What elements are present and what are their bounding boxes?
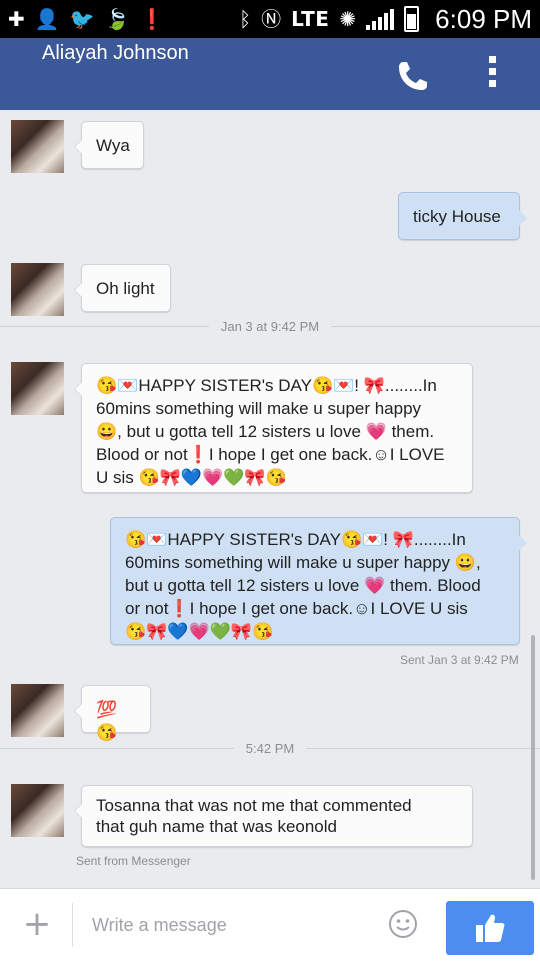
bluetooth-icon: ᛒ [239,7,252,31]
message-list[interactable]: Wya ticky House Oh light Jan 3 at 9:42 P… [0,110,540,888]
message-text: 💯 😘 [96,700,118,742]
message-text-line: 60mins something will make u super happy… [125,553,481,572]
message-text: Oh light [96,279,155,298]
message-bubble-outgoing[interactable]: 😘💌HAPPY SISTER's DAY😘💌! 🎀........In 60mi… [110,517,527,645]
brightness-icon: ✺ [339,7,357,31]
message-text-line: Blood or not❗I hope I get one back.☺I LO… [96,445,445,464]
message-bubble-incoming[interactable]: Tosanna that was not me that commented t… [74,785,473,847]
contact-avatar[interactable] [11,120,64,173]
divider-text: 5:42 PM [245,740,295,756]
divider-text: Jan 3 at 9:42 PM [220,318,320,334]
thumbs-up-icon [476,914,505,942]
message-text-line: 60mins something will make u super happy [96,399,422,418]
message-text-line: but u gotta tell 12 sisters u love 💗 the… [125,576,481,595]
conversation-header: Aliayah Johnson [0,38,540,110]
phone-icon [399,62,427,90]
clock: 6:09 PM [435,3,532,34]
smiley-icon [389,910,417,938]
message-text-line: 😘🎀💙💗💚🎀😘 [125,622,274,641]
message-bubble-incoming[interactable]: Oh light [74,264,171,312]
call-button[interactable] [393,56,433,96]
message-text-line: Tosanna that was not me that commented [96,796,412,815]
message-text-line: or not❗I hope I get one back.☺I LOVE U s… [125,599,468,618]
divider [72,903,73,947]
battery-icon [404,6,420,32]
timestamp-divider: Jan 3 at 9:42 PM [0,316,540,336]
message-bubble-incoming[interactable]: Wya [74,121,144,169]
emoji-button[interactable] [388,909,418,939]
status-bar: ✚ 👤 🐦 🍃 ❗ ᛒ Ⓝ LTE ✺ 6:09 PM [0,0,540,38]
leaf-icon: 🍃 [104,7,130,31]
composer: + [0,888,540,961]
message-text-line: that guh name that was keonold [96,817,337,836]
message-bubble-incoming[interactable]: 💯 😘 [74,685,151,742]
message-text-line: 😘💌HAPPY SISTER's DAY😘💌! 🎀........In [125,530,466,549]
sent-timestamp: Sent Jan 3 at 9:42 PM [400,653,519,667]
twitter-icon: 🐦 [69,7,95,31]
contact-avatar[interactable] [11,263,64,316]
contact-avatar[interactable] [11,362,64,415]
add-icon: ✚ [8,7,25,31]
message-bubble-outgoing[interactable]: ticky House [398,192,527,240]
message-text: ticky House [413,207,501,226]
overflow-menu-button[interactable] [480,56,504,96]
nfc-icon: Ⓝ [261,7,282,31]
message-input[interactable] [90,909,374,941]
attach-button[interactable]: + [22,907,52,941]
contact-name[interactable]: Aliayah Johnson [42,42,189,65]
sent-from-label: Sent from Messenger [76,854,191,868]
person-icon: 👤 [34,7,60,31]
network-type: LTE [291,7,330,31]
contact-avatar[interactable] [11,684,64,737]
message-text: Wya [96,136,130,155]
alert-icon: ❗ [139,7,165,31]
message-text-line: 😘💌HAPPY SISTER's DAY😘💌! 🎀........In [96,376,437,395]
scrollbar[interactable] [531,635,535,880]
signal-icon [366,8,395,30]
contact-avatar[interactable] [11,784,64,837]
message-text-line: 😀, but u gotta tell 12 sisters u love 💗 … [96,422,435,441]
message-text-line: U sis 😘🎀💙💗💚🎀😘 [96,468,287,487]
timestamp-divider: 5:42 PM [0,738,540,758]
message-bubble-incoming[interactable]: 😘💌HAPPY SISTER's DAY😘💌! 🎀........In 60mi… [74,363,473,493]
like-button[interactable] [446,901,534,955]
plus-icon: + [22,904,52,944]
